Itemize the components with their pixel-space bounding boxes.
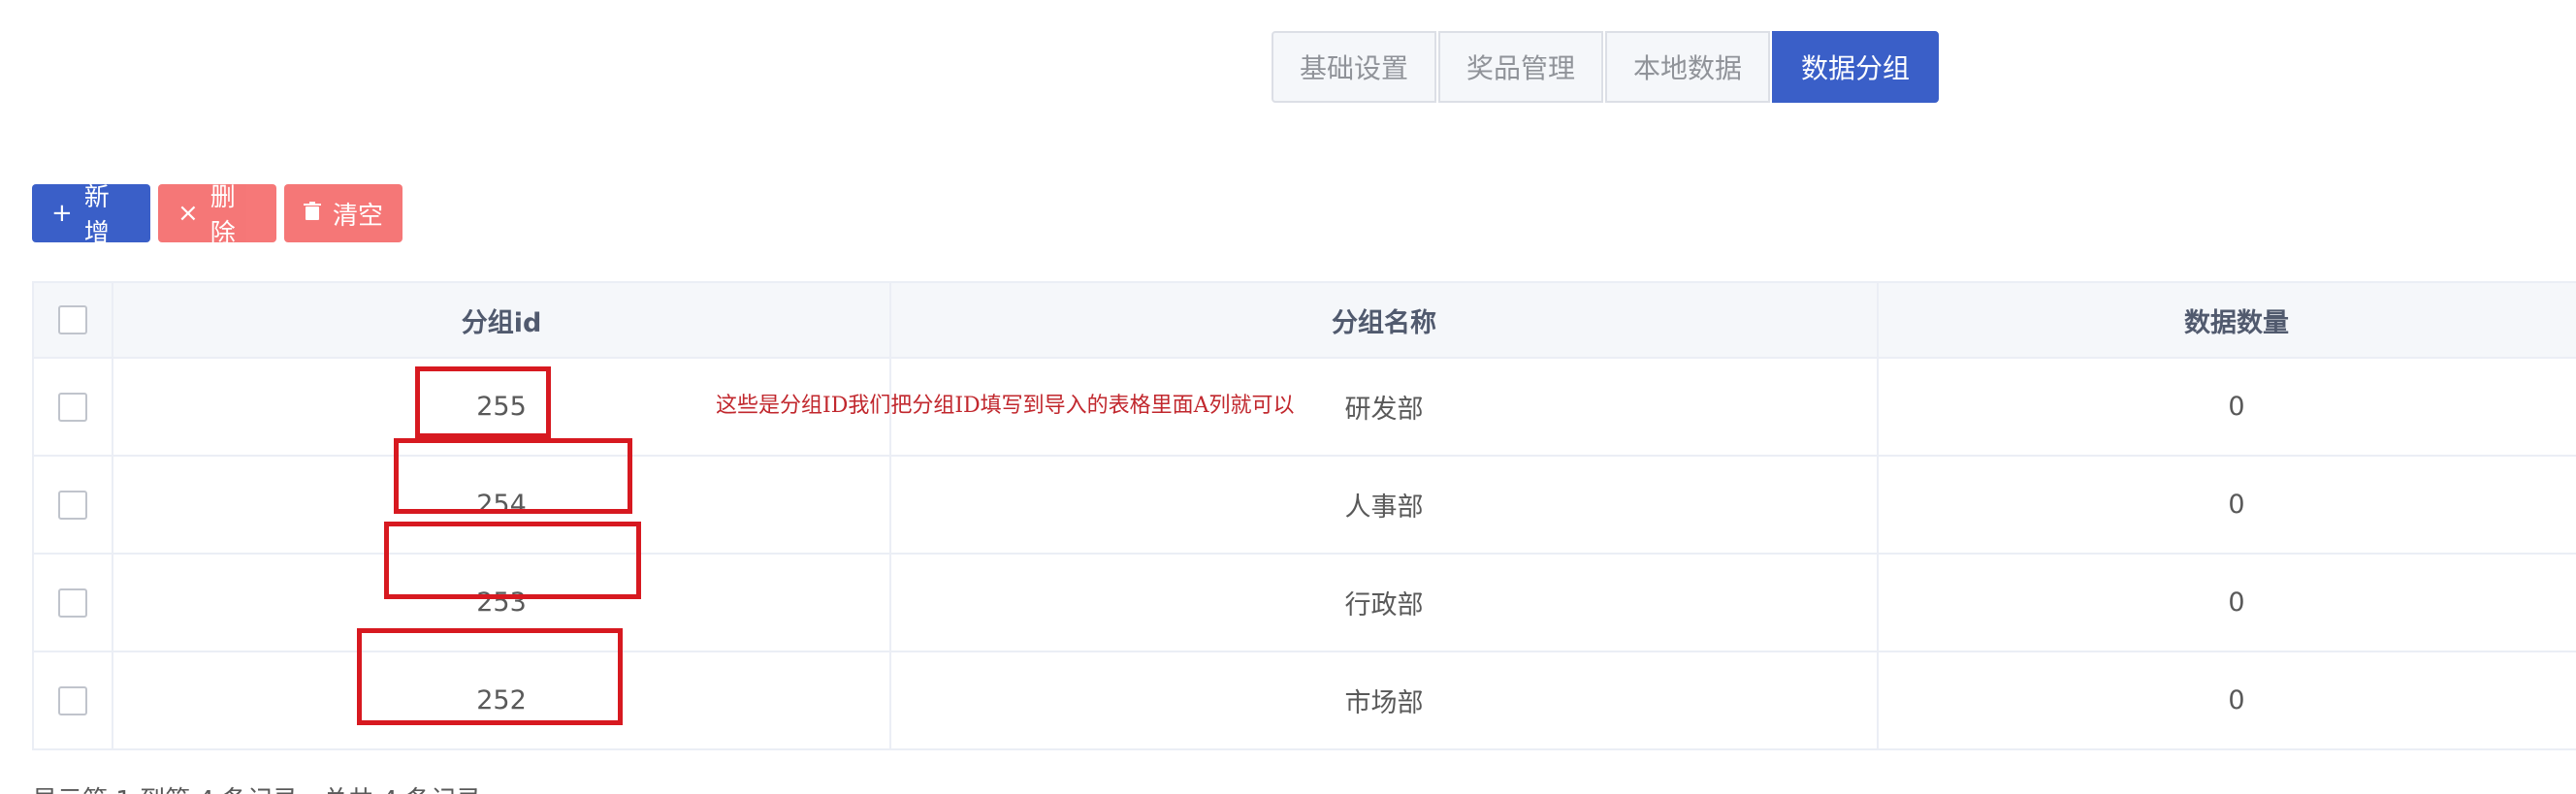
tab-local-data[interactable]: 本地数据 [1605,31,1770,103]
add-button-label: 新增 [83,183,110,248]
header-group-id[interactable]: 分组id [113,283,891,357]
header-group-name[interactable]: 分组名称 [891,283,1879,357]
delete-button-label: 删除 [209,183,236,248]
trash-icon [304,199,321,228]
add-button[interactable]: + 新增 [32,183,150,248]
clear-button[interactable]: 清空 [284,184,402,242]
table-header-row: 分组id 分组名称 数据数量 [34,283,2576,359]
row-select-cell [34,652,113,748]
cell-data-count: 0 [2228,588,2245,618]
annotation-box-253 [384,522,641,599]
annotation-box-252 [357,628,623,725]
page: 基础设置 奖品管理 本地数据 数据分组 + 新增 × 删除 清空 分组id 分组… [0,0,2576,794]
select-all-checkbox[interactable] [58,305,87,334]
annotation-box-255 [415,366,551,438]
row-select-cell [34,359,113,455]
cell-group-name: 市场部 [891,652,1879,748]
pagination-summary: 显示第 1 到第 4 条记录，总共 4 条记录 [32,780,481,794]
cell-group-name: 人事部 [891,457,1879,553]
header-data-count[interactable]: 数据数量 [1879,283,2576,357]
cell-data-count: 0 [2228,685,2245,715]
row-select-cell [34,457,113,553]
row-checkbox[interactable] [58,588,87,618]
row-select-cell [34,555,113,651]
cell-data-count: 0 [2228,392,2245,422]
plus-icon: + [51,199,73,228]
row-checkbox[interactable] [58,392,87,422]
row-checkbox[interactable] [58,490,87,520]
cell-group-name: 行政部 [891,555,1879,651]
row-checkbox[interactable] [58,685,87,715]
clear-button-label: 清空 [333,201,384,231]
tab-prize-management[interactable]: 奖品管理 [1438,31,1603,103]
tab-bar: 基础设置 奖品管理 本地数据 数据分组 [1272,31,1941,105]
select-all-cell [34,283,113,357]
delete-button[interactable]: × 删除 [158,183,276,248]
cell-data-count: 0 [2228,490,2245,520]
annotation-box-254 [394,438,632,514]
close-icon: × [177,199,199,228]
tab-basic-settings[interactable]: 基础设置 [1272,31,1436,103]
tab-data-groups[interactable]: 数据分组 [1772,31,1939,103]
annotation-note: 这些是分组ID我们把分组ID填写到导入的表格里面A列就可以 [716,394,1295,418]
toolbar: + 新增 × 删除 清空 [32,183,402,248]
